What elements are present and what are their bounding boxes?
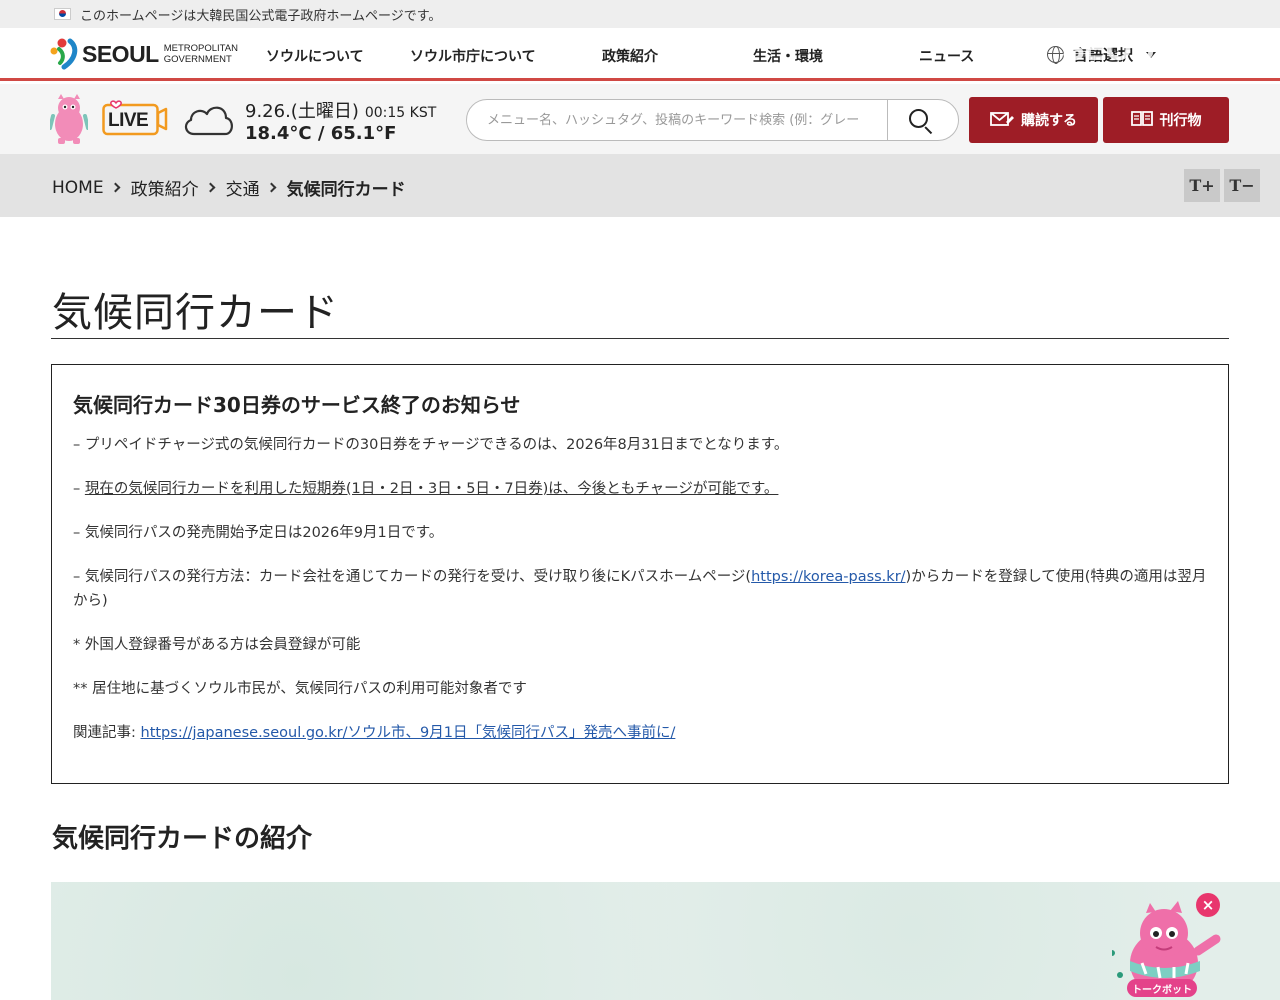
publications-label: 刊行物 (1159, 113, 1202, 129)
notice-paragraph-2: – 現在の気候同行カードを利用した短期券(1日・2日・3日・5日・7日券)は、今… (73, 477, 1207, 501)
notice-paragraph-5: * 外国人登録番号がある方は会員登録が可能 (73, 637, 361, 653)
notice-paragraph-6: ** 居住地に基づくソウル市民が、気候同行パスの利用可能対象者です (73, 681, 527, 697)
search-button[interactable] (887, 100, 957, 140)
page-title: 気候同行カード (52, 290, 339, 336)
text-size-increase-button[interactable]: T+ (1184, 169, 1220, 202)
nav-item-living-environment[interactable]: 生活・環境 (753, 46, 823, 66)
related-article-link[interactable]: https://japanese.seoul.go.kr/ソウル市、9月1日「気… (141, 725, 676, 741)
chatbot-label[interactable]: トークボット (1127, 979, 1197, 997)
notice-paragraph-7: 関連記事: https://japanese.seoul.go.kr/ソウル市、… (73, 721, 1207, 745)
top-notice-text: このホームページは大韓民国公式電子政府ホームページです。 (80, 8, 442, 24)
text-size-decrease-button[interactable]: T− (1224, 169, 1260, 202)
nav-item-about-seoul[interactable]: ソウルについて (266, 46, 364, 66)
related-article-label: 関連記事: (73, 725, 141, 741)
breadcrumb-home[interactable]: HOME (52, 178, 104, 198)
chatbot-close-button[interactable]: × (1196, 893, 1220, 917)
subscribe-label: 購読する (1021, 113, 1077, 129)
service-notice-box: 気候同行カード30日券のサービス終了のお知らせ – プリペイドチャージ式の気候同… (51, 364, 1229, 784)
breadcrumb: HOME 政策紹介 交通 気候同行カード (52, 175, 406, 201)
cloud-icon (182, 101, 234, 137)
subscribe-button[interactable]: 購読する (969, 97, 1098, 143)
search-bar (466, 99, 959, 141)
nav-item-city-hall[interactable]: ソウル市庁について (410, 46, 536, 66)
notice-p4-before: – 気候同行パスの発行方法：カード会社を通じてカードの発行を受け、受け取り後にK… (73, 569, 752, 585)
publications-button[interactable]: 刊行物 (1103, 97, 1229, 143)
notice-paragraph-3: – 気候同行パスの発売開始予定日は2026年9月1日です。 (73, 525, 444, 541)
banner-pattern (51, 882, 1280, 1000)
korea-flag-icon (54, 8, 71, 20)
chevron-right-icon (110, 182, 121, 193)
nav-item-policy[interactable]: 政策紹介 (602, 46, 658, 66)
notice-paragraph-4: – 気候同行パスの発行方法：カード会社を通じてカードの発行を受け、受け取り後にK… (73, 565, 1207, 613)
breadcrumb-bar: HOME 政策紹介 交通 気候同行カード T+ T− (0, 154, 1280, 217)
haechi-mascot-icon[interactable] (48, 94, 90, 144)
notice-p2-underlined: 現在の気候同行カードを利用した短期券(1日・2日・3日・5日・7日券)は、今後と… (84, 481, 779, 497)
breadcrumb-transport[interactable]: 交通 (226, 175, 260, 200)
weather-date-line: 9.26.(土曜日) 00:15 KST (245, 97, 436, 123)
title-divider (51, 338, 1229, 339)
notice-paragraph-1: – プリペイドチャージ式の気候同行カードの30日券をチャージできるのは、2026… (73, 437, 789, 453)
envelope-icon (990, 109, 1014, 131)
live-label: LIVE (108, 110, 149, 131)
search-input[interactable] (467, 100, 887, 140)
chevron-right-icon (205, 182, 216, 193)
notice-heading: 気候同行カード30日券のサービス終了のお知らせ (73, 393, 521, 417)
weather-time: 00:15 KST (364, 105, 437, 121)
korea-pass-link[interactable]: https://korea-pass.kr/ (751, 569, 905, 585)
weather-widget: 9.26.(土曜日) 00:15 KST 18.4°C / 65.1°F (245, 97, 436, 144)
section-title-introduction: 気候同行カードの紹介 (52, 824, 313, 854)
utility-bar: LIVE 9.26.(土曜日) 00:15 KST 18.4°C / 65.1°F… (0, 84, 1280, 154)
introduction-banner-image (51, 882, 1280, 1000)
notice-p2-prefix: – (73, 481, 85, 497)
breadcrumb-current: 気候同行カード (286, 180, 406, 200)
search-icon-handle (924, 126, 933, 135)
chevron-right-icon (266, 182, 277, 193)
breadcrumb-policy[interactable]: 政策紹介 (131, 175, 199, 200)
book-icon (1130, 110, 1153, 130)
top-notice-bar: このホームページは大韓民国公式電子政府ホームページです。 (0, 0, 1280, 28)
live-broadcast-link[interactable]: LIVE (102, 100, 168, 136)
nav-item-news[interactable]: ニュース (919, 46, 974, 66)
weather-date: 9.26.(土曜日) (245, 101, 359, 122)
seoul-slogan-watermark: SEOUL MY SOUL (1062, 30, 1280, 68)
weather-temperature: 18.4°C / 65.1°F (245, 123, 397, 144)
